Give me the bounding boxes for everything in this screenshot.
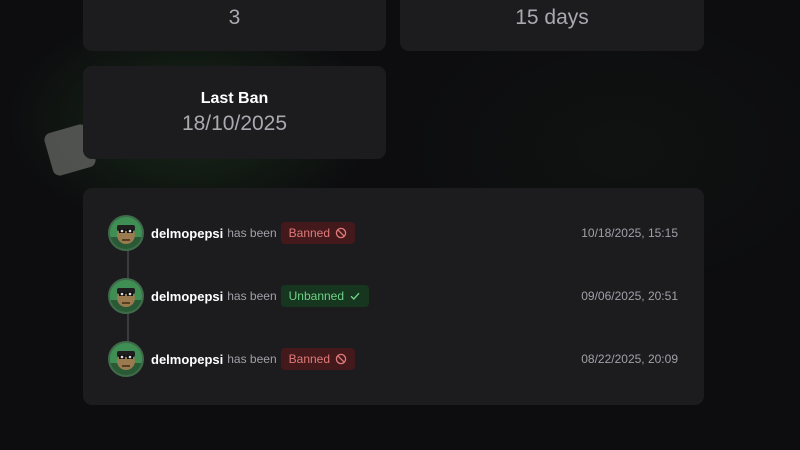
stat-card-total-bans: 3 — [83, 0, 386, 51]
action-text: has been — [227, 289, 277, 303]
avatar[interactable] — [108, 341, 144, 377]
username[interactable]: delmopepsi — [151, 226, 223, 241]
stat-value: 18/10/2025 — [181, 111, 288, 135]
status-label: Unbanned — [288, 289, 345, 303]
avatar[interactable] — [108, 278, 144, 314]
history-entry: delmopepsi has been Banned 08/22/2025, 2… — [108, 339, 678, 379]
ban-icon — [335, 227, 347, 239]
username[interactable]: delmopepsi — [151, 289, 223, 304]
stat-card-last-ban: Last Ban 18/10/2025 — [83, 66, 386, 159]
username[interactable]: delmopepsi — [151, 352, 223, 367]
history-entry: delmopepsi has been Unbanned 09/06/2025,… — [108, 276, 678, 316]
avatar[interactable] — [108, 215, 144, 251]
timestamp: 08/22/2025, 20:09 — [581, 352, 678, 366]
stat-card-duration: 15 days — [400, 0, 704, 51]
action-text: has been — [227, 352, 277, 366]
timestamp: 10/18/2025, 15:15 — [581, 226, 678, 240]
check-icon — [350, 292, 360, 301]
stat-title: Last Ban — [200, 89, 269, 107]
status-badge: Banned — [280, 348, 356, 370]
status-badge: Banned — [280, 222, 356, 244]
history-entry: delmopepsi has been Banned 10/18/2025, 1… — [108, 213, 678, 253]
status-label: Banned — [288, 226, 331, 240]
status-label: Banned — [288, 352, 331, 366]
timestamp: 09/06/2025, 20:51 — [581, 289, 678, 303]
ban-icon — [335, 353, 347, 365]
stat-value: 3 — [228, 6, 241, 29]
status-badge: Unbanned — [280, 285, 370, 307]
stat-value: 15 days — [515, 6, 589, 29]
action-text: has been — [227, 226, 277, 240]
